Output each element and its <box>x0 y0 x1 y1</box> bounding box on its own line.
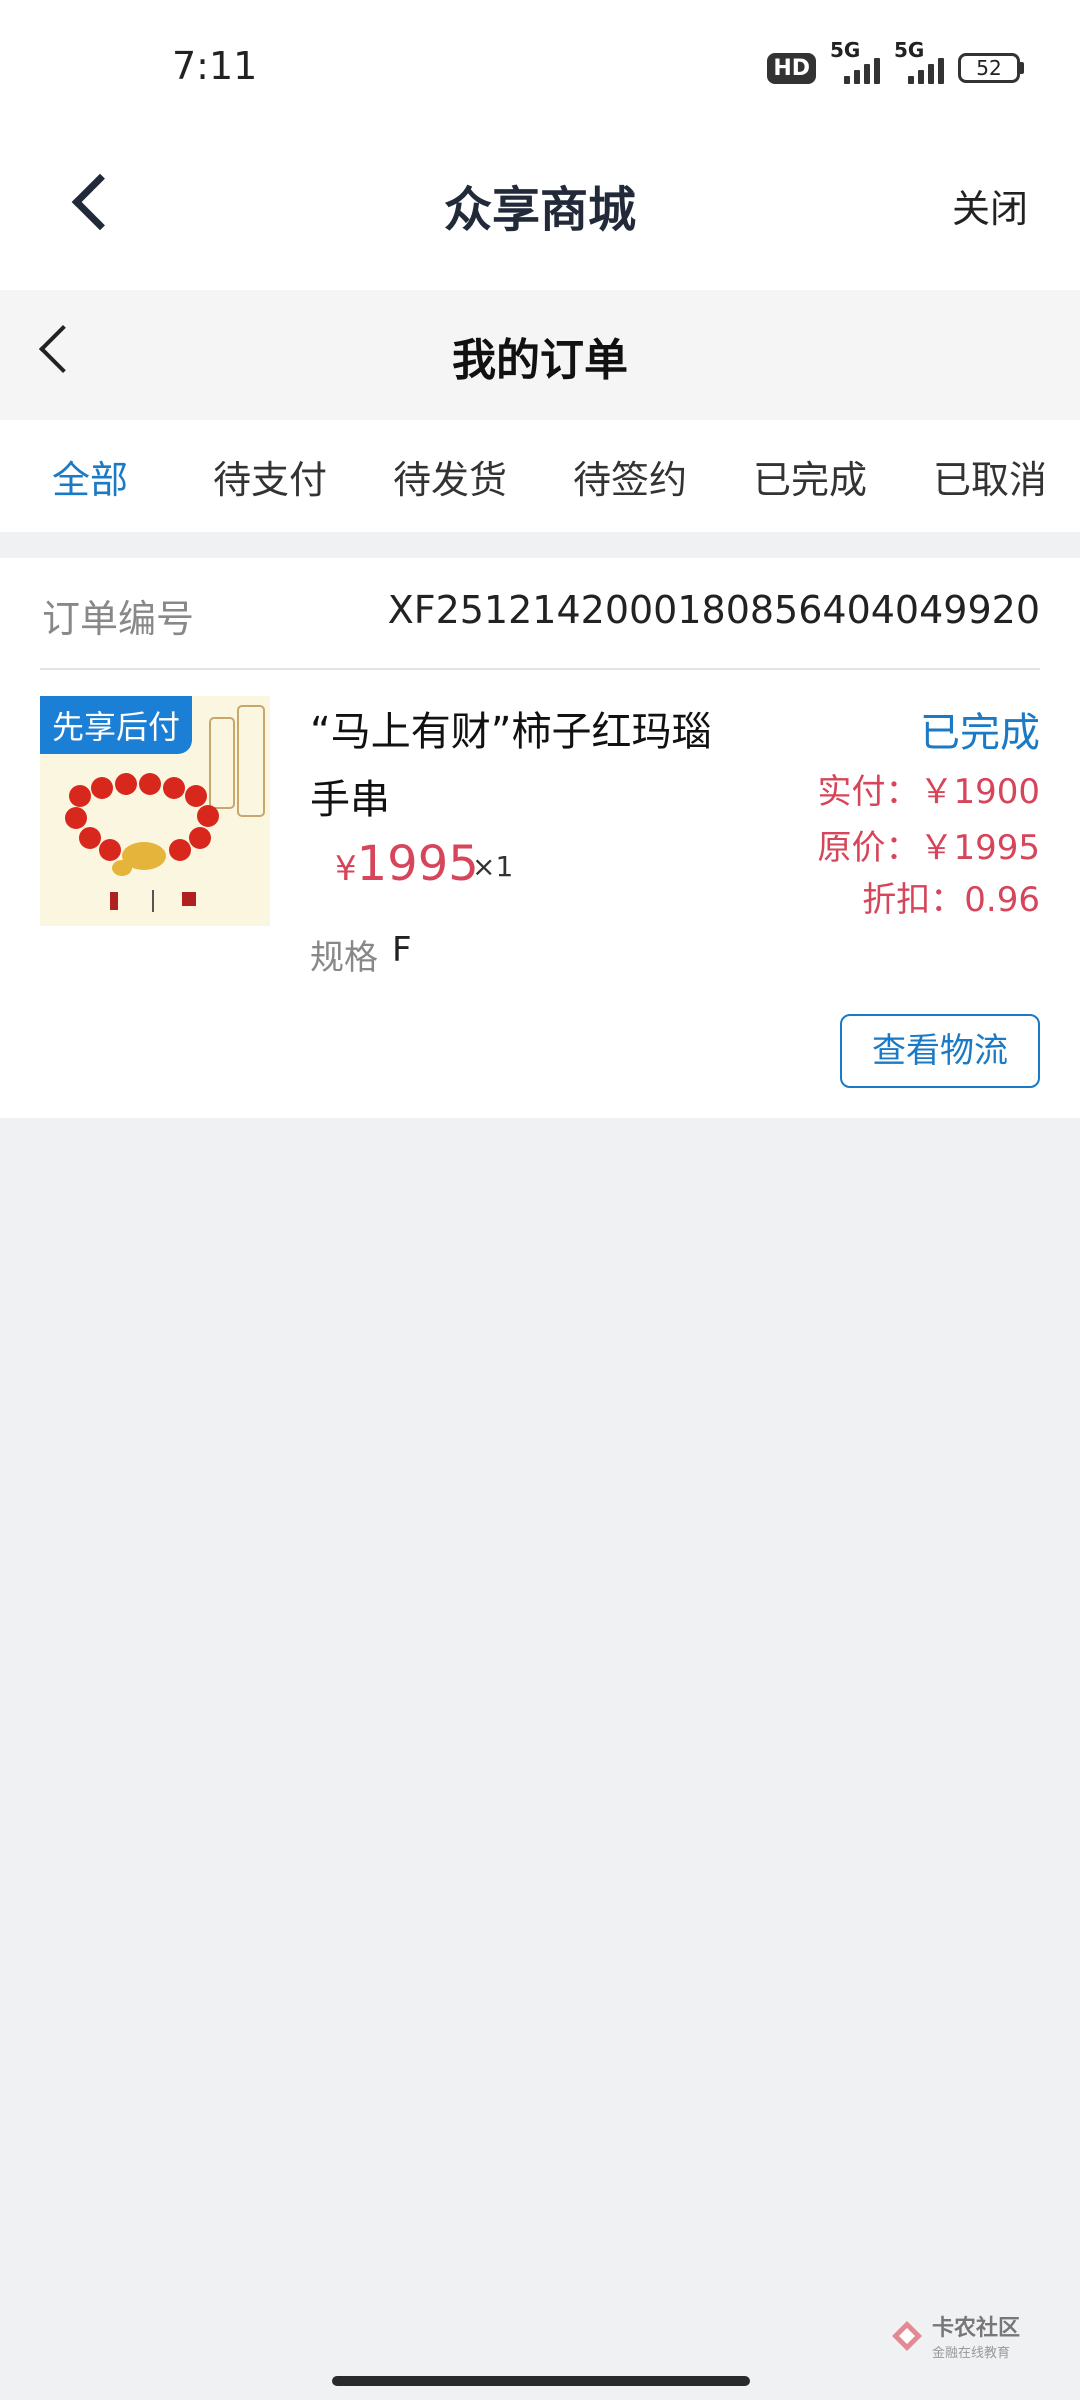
order-number-label: 订单编号 <box>42 597 195 641</box>
close-button[interactable]: 关闭 <box>952 178 1028 233</box>
signal-icon-2: 5G <box>894 38 944 84</box>
spec-value: F <box>392 930 412 970</box>
divider <box>40 668 1040 670</box>
discount: 折扣：0.96 <box>862 880 1040 920</box>
page-title: 我的订单 <box>452 335 628 386</box>
order-status: 已完成 <box>920 710 1040 756</box>
battery-icon: 52 <box>958 53 1024 83</box>
view-logistics-button[interactable]: 查看物流 <box>840 1014 1040 1088</box>
tab-completed[interactable]: 已完成 <box>720 449 900 504</box>
tab-pending-sign[interactable]: 待签约 <box>540 449 720 504</box>
watermark-logo-icon <box>891 2320 922 2351</box>
status-icons: HD 5G 5G 52 <box>767 38 1024 84</box>
order-card[interactable]: 订单编号 XF2512142000180856404049920 先享后付 “马… <box>0 558 1080 1118</box>
page: 7:11 HD 5G 5G 52 众享商城 关闭 我的订单 全部 待支付 待发货… <box>0 0 1080 2400</box>
signal-icon: 5G <box>830 38 880 84</box>
battery-level: 52 <box>958 53 1020 83</box>
network-type-label-2: 5G <box>894 38 925 62</box>
status-time: 7:11 <box>172 44 258 88</box>
price-value: 1995 <box>356 836 479 892</box>
order-status-tabs: 全部 待支付 待发货 待签约 已完成 已取消 <box>0 420 1080 532</box>
app-title: 众享商城 <box>443 182 636 238</box>
price-currency: ¥ <box>335 849 357 889</box>
product-image[interactable]: 先享后付 <box>40 696 270 926</box>
status-bar: 7:11 HD 5G 5G 52 <box>0 0 1080 140</box>
pay-later-badge: 先享后付 <box>40 696 193 754</box>
tab-pending-payment[interactable]: 待支付 <box>180 449 360 504</box>
watermark-subtitle: 金融在线教育 <box>931 2346 1010 2361</box>
product-name[interactable]: “马上有财”柿子红玛瑙手串 <box>310 698 750 834</box>
app-title-bar: 众享商城 关闭 <box>0 140 1080 290</box>
watermark-title: 卡农社区 <box>931 2316 1020 2341</box>
spec-label: 规格 <box>310 938 378 978</box>
tab-all[interactable]: 全部 <box>0 449 180 504</box>
paid-amount: 实付：￥1900 <box>817 772 1040 812</box>
order-number: XF2512142000180856404049920 <box>387 588 1040 632</box>
watermark: 卡农社区 金融在线教育 <box>890 2310 1020 2361</box>
product-quantity: ×1 <box>472 850 514 883</box>
page-header: 我的订单 <box>0 290 1080 420</box>
original-price: 原价：￥1995 <box>817 828 1040 868</box>
network-type-label: 5G <box>830 38 861 62</box>
product-price: ¥1995 <box>335 836 479 892</box>
tab-pending-shipment[interactable]: 待发货 <box>360 449 540 504</box>
home-indicator[interactable] <box>332 2376 750 2386</box>
hd-icon: HD <box>767 52 816 84</box>
tab-cancelled[interactable]: 已取消 <box>900 449 1080 504</box>
